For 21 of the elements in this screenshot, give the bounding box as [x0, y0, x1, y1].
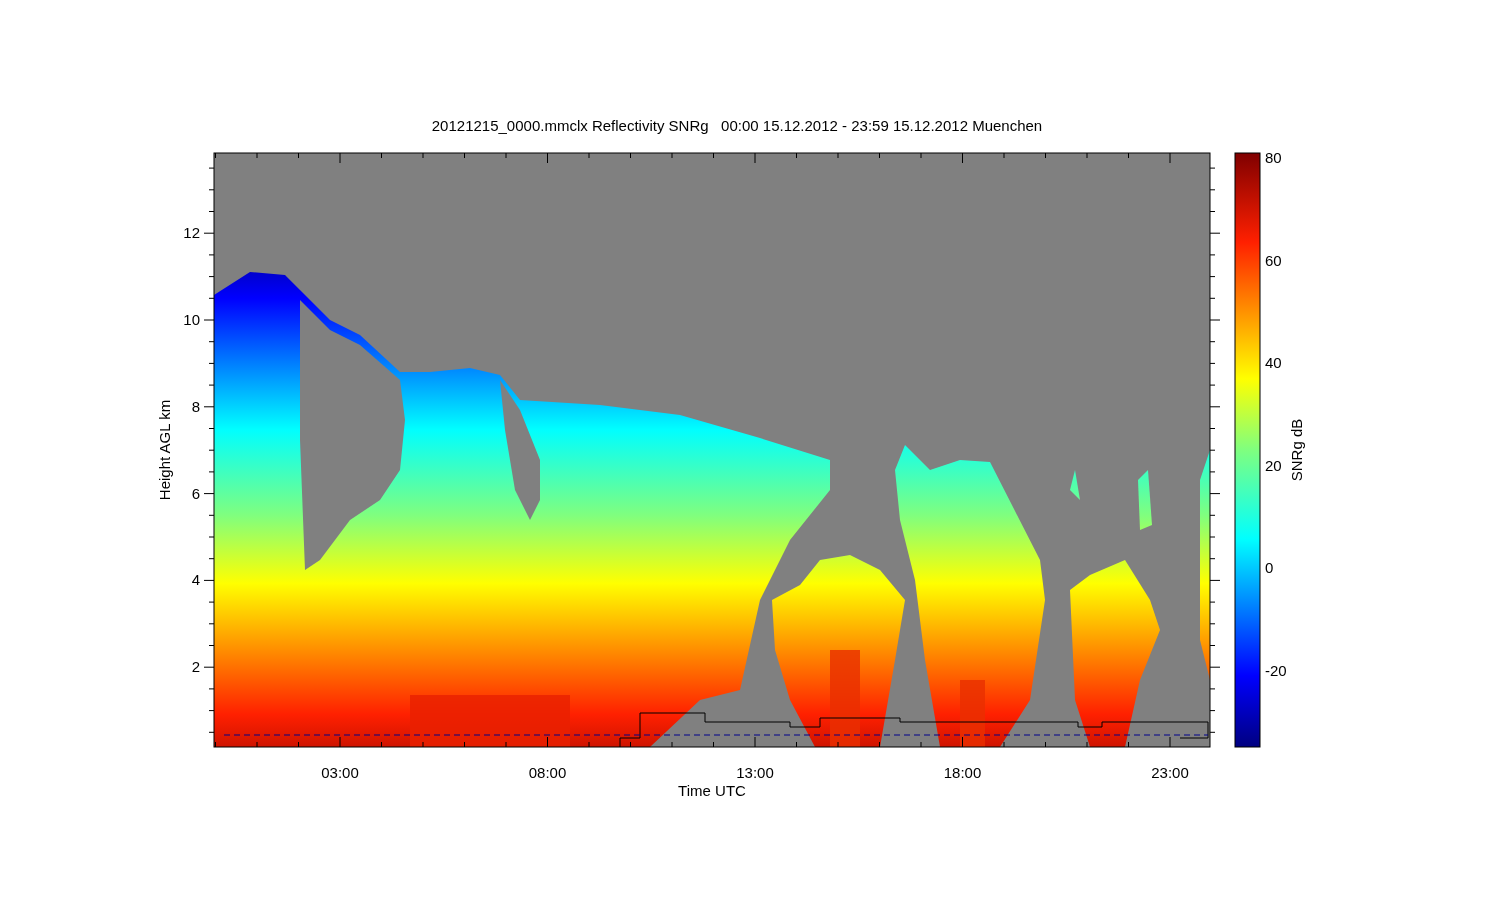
y-tick-label: 6: [191, 484, 200, 502]
x-axis-label: Time UTC: [678, 782, 746, 799]
x-tick-label: 18:00: [943, 764, 982, 781]
color-scale-label: 0: [1265, 559, 1274, 577]
x-tick-label: 08:00: [528, 764, 567, 781]
y-tick-label: 12: [183, 224, 200, 242]
y-tick-label: 10: [183, 311, 200, 328]
plot-title: 20121215_0000.mmclx Reflectivity SNRg 00:00 15.12.2012 - 23:59 15.12.2012 Muenchen: [431, 117, 1043, 134]
color-scale-label: 40: [1265, 354, 1282, 372]
y-tick-label: 8: [191, 397, 200, 415]
x-tick-label: 23:00: [1151, 764, 1189, 781]
x-tick-label: 03:00: [321, 764, 359, 781]
color-scale-label: 80: [1265, 149, 1282, 166]
x-tick-label: 13:00: [736, 764, 774, 781]
y-axis-label: Height AGL km: [156, 399, 173, 501]
color-scale-label: 60: [1265, 251, 1282, 269]
y-tick-label: 4: [191, 571, 200, 589]
color-scale-title: SNRg dB: [1288, 418, 1305, 482]
color-scale-label: 20: [1265, 456, 1282, 474]
color-scale-label: -20: [1265, 662, 1287, 679]
y-tick-label: 2: [191, 658, 200, 676]
